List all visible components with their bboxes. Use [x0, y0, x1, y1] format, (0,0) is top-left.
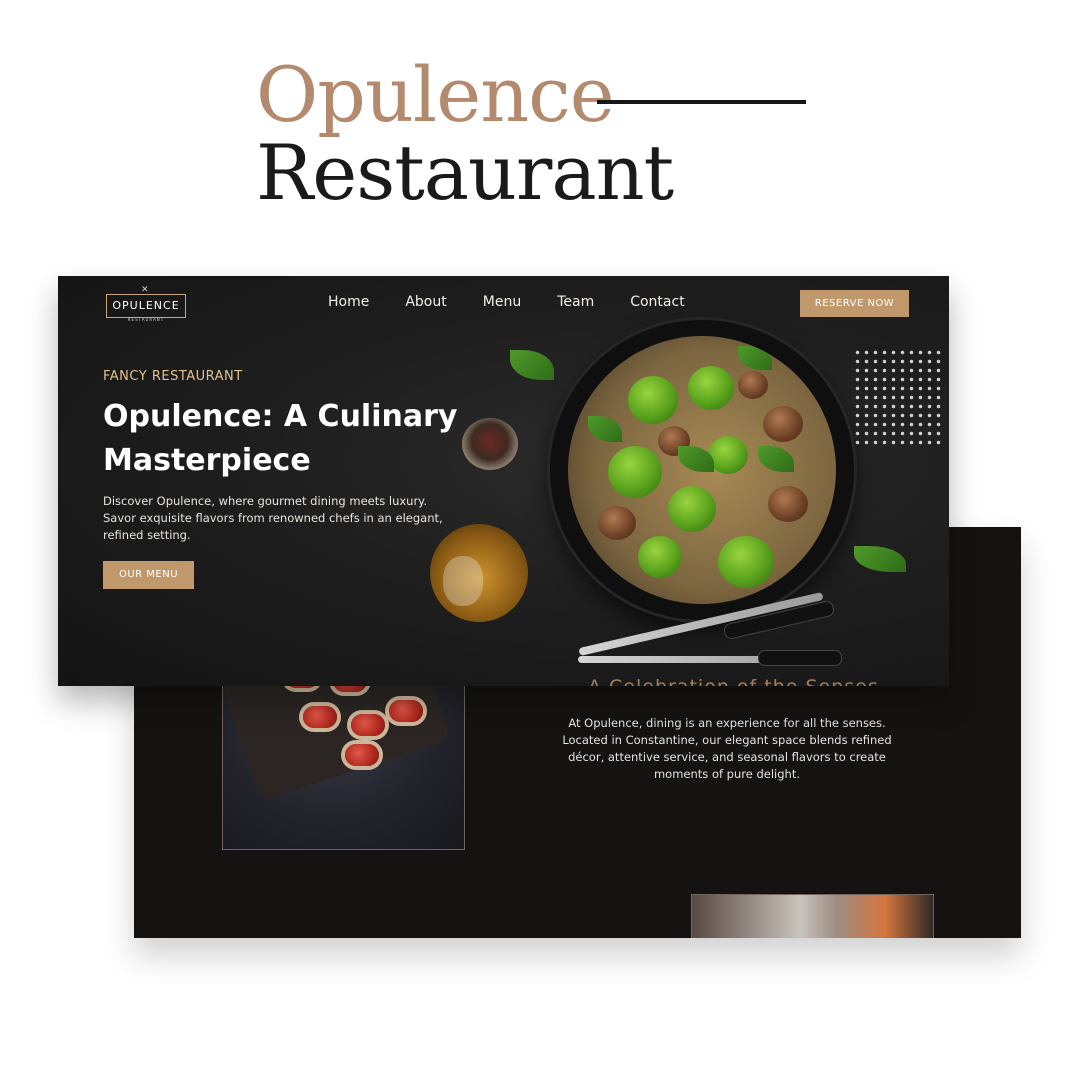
appetizer-bite: [303, 706, 337, 728]
hero-headline: Opulence: A Culinary Masterpiece: [103, 399, 458, 478]
basil-leaf: [758, 446, 794, 472]
knife-handle: [758, 650, 842, 666]
olive-oil-jug-neck: [443, 556, 483, 606]
broccoli: [638, 536, 682, 578]
basil-leaf: [738, 346, 772, 370]
basil-leaf: [854, 546, 906, 572]
mushroom: [738, 371, 768, 399]
page-title-line2: Restaurant: [256, 128, 674, 217]
sea-salt: [853, 348, 943, 448]
broccoli: [608, 446, 662, 498]
section-heading: A Celebration of the Senses: [588, 676, 879, 686]
dish-photo: [691, 894, 934, 938]
broccoli: [708, 436, 748, 474]
broccoli: [688, 366, 734, 410]
bowl-contents: [568, 336, 836, 604]
nav-item-home[interactable]: Home: [328, 294, 369, 310]
basil-leaf: [510, 350, 554, 380]
nav-item-about[interactable]: About: [405, 294, 446, 310]
our-menu-button[interactable]: OUR MENU: [103, 561, 194, 589]
appetizer-bite: [351, 714, 385, 736]
mushroom: [598, 506, 636, 540]
nav-item-team[interactable]: Team: [557, 294, 594, 310]
title-divider: [597, 100, 806, 104]
basil-leaf: [588, 416, 622, 442]
broccoli: [628, 376, 678, 424]
mushroom: [763, 406, 803, 442]
peppercorn-bowl: [462, 418, 518, 470]
main-nav: Home About Menu Team Contact: [328, 294, 721, 310]
logo[interactable]: OPULENCE: [106, 294, 186, 318]
hero-eyebrow: FANCY RESTAURANT: [103, 369, 243, 384]
broccoli: [668, 486, 716, 532]
broccoli: [718, 536, 774, 588]
appetizer-bite: [345, 744, 379, 766]
salad-bowl-image: [550, 320, 854, 620]
logo-subtitle: RESTAURANT: [127, 317, 165, 322]
hero-section: ✕ OPULENCE RESTAURANT Home About Menu Te…: [58, 276, 949, 686]
hero-description: Discover Opulence, where gourmet dining …: [103, 494, 443, 542]
mushroom: [768, 486, 808, 522]
reserve-now-button[interactable]: RESERVE NOW: [800, 290, 909, 317]
page-title-line1: Opulence: [256, 50, 615, 139]
appetizer-bite: [389, 700, 423, 722]
logo-text: OPULENCE: [112, 299, 180, 312]
nav-item-menu[interactable]: Menu: [483, 294, 521, 310]
nav-item-contact[interactable]: Contact: [630, 294, 684, 310]
section-paragraph: At Opulence, dining is an experience for…: [562, 716, 892, 781]
